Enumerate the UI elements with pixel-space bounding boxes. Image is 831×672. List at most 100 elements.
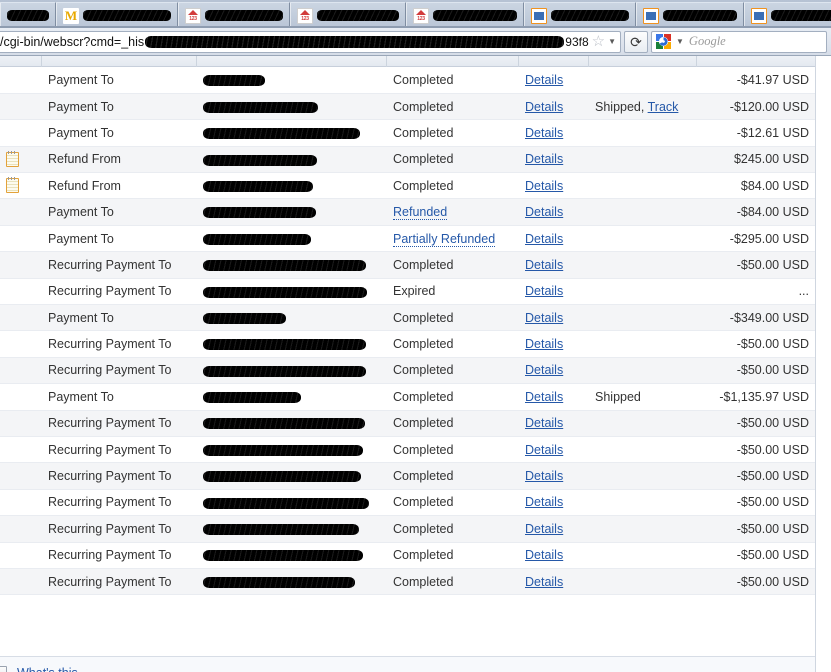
- transaction-table: Payment To Completed Details -$41.97 USD Pay…: [0, 67, 815, 596]
- counterparty-name: [197, 304, 387, 332]
- details-link[interactable]: Details: [525, 522, 563, 536]
- details-cell: Details: [519, 489, 589, 517]
- shipping-status: Shipped: [595, 389, 641, 404]
- details-link[interactable]: Details: [525, 390, 563, 404]
- table-row: Recurring Payment To Completed Details -$50…: [0, 357, 815, 385]
- details-link[interactable]: Details: [525, 152, 563, 166]
- details-link[interactable]: Details: [525, 469, 563, 483]
- details-link[interactable]: Details: [525, 179, 563, 193]
- status-cell: Completed: [387, 542, 519, 569]
- house-123-icon: [297, 7, 313, 24]
- transaction-type: Payment To: [42, 225, 197, 253]
- browser-tab-5[interactable]: [524, 2, 636, 28]
- details-link[interactable]: Details: [525, 337, 563, 351]
- status-cell: Completed: [387, 119, 519, 147]
- status-badge[interactable]: Refunded: [393, 205, 448, 221]
- details-link[interactable]: Details: [525, 284, 563, 298]
- orange-blue-icon: [531, 7, 547, 24]
- search-input[interactable]: Google: [689, 34, 726, 49]
- details-cell: Details: [519, 304, 589, 332]
- browser-tab-1[interactable]: M: [56, 2, 178, 28]
- details-link[interactable]: Details: [525, 363, 563, 377]
- transaction-type: Recurring Payment To: [42, 462, 197, 490]
- tab-title-redacted: [7, 10, 49, 21]
- details-link[interactable]: Details: [525, 205, 563, 219]
- counterparty-name: [197, 172, 387, 200]
- transaction-type: Recurring Payment To: [42, 410, 197, 437]
- browser-tab-6[interactable]: [636, 2, 744, 28]
- counterparty-name: [197, 119, 387, 147]
- details-link[interactable]: Details: [525, 232, 563, 246]
- name-redacted-region: [203, 207, 316, 219]
- details-cell: Details: [519, 410, 589, 437]
- table-row: Recurring Payment To Completed Details -$50…: [0, 436, 815, 464]
- name-redacted-region: [203, 550, 363, 562]
- counterparty-name: [197, 542, 387, 569]
- google-icon: [656, 34, 671, 49]
- shipping-cell: Shipped: [589, 383, 697, 411]
- row-icon-cell: [0, 225, 42, 253]
- table-row: Payment To Partially Refunded Details -$295…: [0, 225, 815, 253]
- checkbox-clipped[interactable]: [0, 666, 7, 672]
- amount-cell: -$50.00 USD: [697, 251, 815, 279]
- name-redacted-region: [203, 101, 318, 113]
- details-link[interactable]: Details: [525, 311, 563, 325]
- name-redacted-region: [203, 392, 301, 404]
- table-row: Recurring Payment To Completed Details -$50…: [0, 410, 815, 437]
- browser-tab-3[interactable]: [290, 2, 406, 28]
- track-link[interactable]: Track: [648, 100, 679, 114]
- amount-cell: -$50.00 USD: [697, 410, 815, 437]
- details-link[interactable]: Details: [525, 73, 563, 87]
- search-chevron-down-icon[interactable]: ▼: [674, 37, 686, 46]
- status-badge[interactable]: Partially Refunded: [393, 231, 496, 247]
- details-link[interactable]: Details: [525, 575, 563, 589]
- details-cell: Details: [519, 146, 589, 174]
- browser-chrome: MPHistory -...× /cgi-bin/webscr?cmd=_his…: [0, 0, 831, 56]
- counterparty-name: [197, 93, 387, 121]
- row-icon-cell: [0, 251, 42, 279]
- status-cell: Completed: [387, 489, 519, 517]
- row-icon-cell: [0, 278, 42, 306]
- details-link[interactable]: Details: [525, 258, 563, 272]
- transaction-type: Recurring Payment To: [42, 542, 197, 569]
- details-link[interactable]: Details: [525, 443, 563, 457]
- browser-tab-4[interactable]: [406, 2, 524, 28]
- amount-cell: ...: [697, 278, 815, 306]
- transaction-type: Recurring Payment To: [42, 515, 197, 543]
- counterparty-name: [197, 67, 387, 94]
- details-link[interactable]: Details: [525, 416, 563, 430]
- details-link[interactable]: Details: [525, 495, 563, 509]
- url-text-tail: 93f8: [565, 34, 589, 49]
- name-redacted-region: [203, 471, 361, 483]
- browser-tab-2[interactable]: [178, 2, 290, 28]
- browser-tab-7[interactable]: [744, 2, 831, 28]
- url-bar[interactable]: /cgi-bin/webscr?cmd=_his 93f8 ☆ ▼: [0, 30, 621, 53]
- details-link[interactable]: Details: [525, 126, 563, 140]
- tab-title-redacted: [317, 10, 399, 21]
- orange-blue-icon: [751, 7, 767, 24]
- counterparty-name: [197, 462, 387, 490]
- bookmark-star-icon[interactable]: ☆: [591, 34, 606, 49]
- shipping-cell: [589, 225, 697, 253]
- chevron-down-icon[interactable]: ▼: [606, 37, 618, 46]
- table-row: Recurring Payment To Completed Details -$50…: [0, 462, 815, 490]
- name-redacted-region: [203, 128, 360, 140]
- shipping-cell: [589, 515, 697, 543]
- table-row: Recurring Payment To Completed Details -$50…: [0, 251, 815, 279]
- reload-button[interactable]: ⟳: [624, 30, 648, 53]
- url-redacted-region: [145, 35, 565, 48]
- search-bar[interactable]: ▼ Google: [651, 30, 827, 53]
- amount-cell: -$12.61 USD: [697, 119, 815, 147]
- status-cell: Expired: [387, 278, 519, 306]
- details-link[interactable]: Details: [525, 100, 563, 114]
- table-row: Recurring Payment To Completed Details -$50…: [0, 489, 815, 517]
- name-redacted-region: [203, 339, 366, 351]
- tab-title-redacted: [771, 10, 831, 21]
- table-row: Payment To Refunded Details -$84.00 USD: [0, 198, 815, 226]
- browser-tab-0[interactable]: [0, 2, 56, 28]
- whats-this-link[interactable]: What's this: [17, 666, 78, 672]
- details-link[interactable]: Details: [525, 548, 563, 562]
- whats-this-bar: What's this: [0, 656, 815, 672]
- shipping-cell: [589, 410, 697, 437]
- status-cell: Completed: [387, 462, 519, 490]
